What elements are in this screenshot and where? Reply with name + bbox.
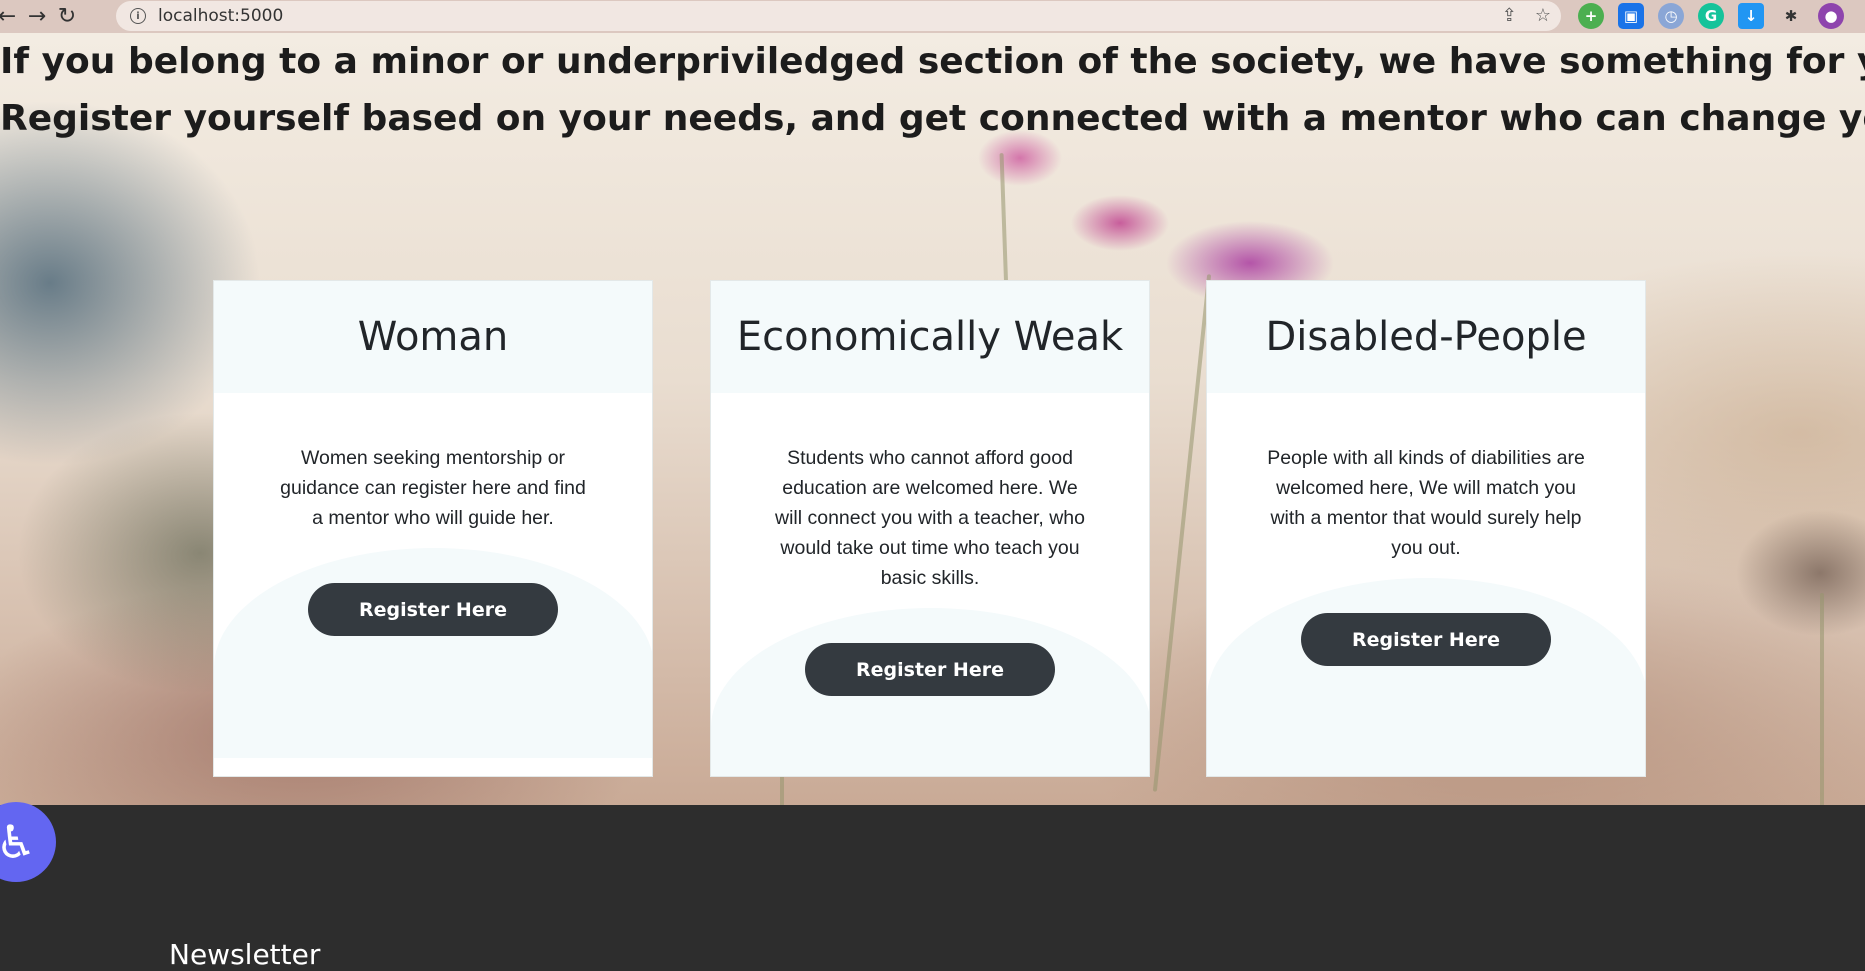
flower-stem [1820, 593, 1824, 805]
card-title: Disabled-People [1207, 281, 1645, 393]
flower-stem [1152, 274, 1212, 792]
card-disabled-people: Disabled-People People with all kinds of… [1206, 280, 1646, 777]
profile-avatar-icon[interactable]: ● [1818, 3, 1844, 29]
hero-headline: If you belong to a minor or underprivile… [0, 33, 1865, 147]
card-wave-decoration [214, 548, 652, 758]
puzzle-extensions-icon[interactable]: ✱ [1778, 3, 1804, 29]
register-woman-button[interactable]: Register Here [308, 583, 558, 636]
headline-line-1: If you belong to a minor or underprivile… [0, 41, 1865, 82]
reload-icon[interactable]: ↻ [52, 2, 82, 32]
card-economically-weak: Economically Weak Students who cannot af… [710, 280, 1150, 777]
download-icon[interactable]: ↓ [1738, 3, 1764, 29]
forward-icon[interactable]: → [22, 2, 52, 32]
grammarly-icon[interactable]: G [1698, 3, 1724, 29]
extensions-bar: + ▣ ◷ G ↓ ✱ ● [1578, 3, 1844, 29]
back-icon[interactable]: ← [0, 2, 22, 32]
footer: Newsletter [0, 805, 1865, 971]
card-description: People with all kinds of diabilities are… [1267, 447, 1585, 559]
extension-screen-icon[interactable]: ▣ [1618, 3, 1644, 29]
address-bar[interactable]: i localhost:5000 ⇪ ☆ [116, 1, 1561, 31]
card-title: Economically Weak [711, 281, 1149, 393]
card-description: Women seeking mentorship or guidance can… [280, 447, 586, 529]
card-wave-decoration [1207, 578, 1645, 776]
url-text[interactable]: localhost:5000 [158, 6, 283, 26]
hero-section: If you belong to a minor or underprivile… [0, 33, 1865, 805]
card-title: Woman [214, 281, 652, 393]
extension-clock-icon[interactable]: ◷ [1658, 3, 1684, 29]
bookmark-star-icon[interactable]: ☆ [1535, 5, 1551, 26]
headline-line-2: Register yourself based on your needs, a… [0, 98, 1865, 139]
site-info-icon[interactable]: i [130, 8, 146, 24]
newsletter-heading: Newsletter [169, 938, 321, 971]
register-disabled-people-button[interactable]: Register Here [1301, 613, 1551, 666]
share-icon[interactable]: ⇪ [1502, 5, 1517, 26]
browser-toolbar: ← → ↻ i localhost:5000 ⇪ ☆ + ▣ ◷ G ↓ ✱ ● [0, 0, 1865, 33]
register-economically-weak-button[interactable]: Register Here [805, 643, 1055, 696]
card-description: Students who cannot afford good educatio… [774, 447, 1085, 589]
card-woman: Woman Women seeking mentorship or guidan… [213, 280, 653, 777]
extension-plus-icon[interactable]: + [1578, 3, 1604, 29]
